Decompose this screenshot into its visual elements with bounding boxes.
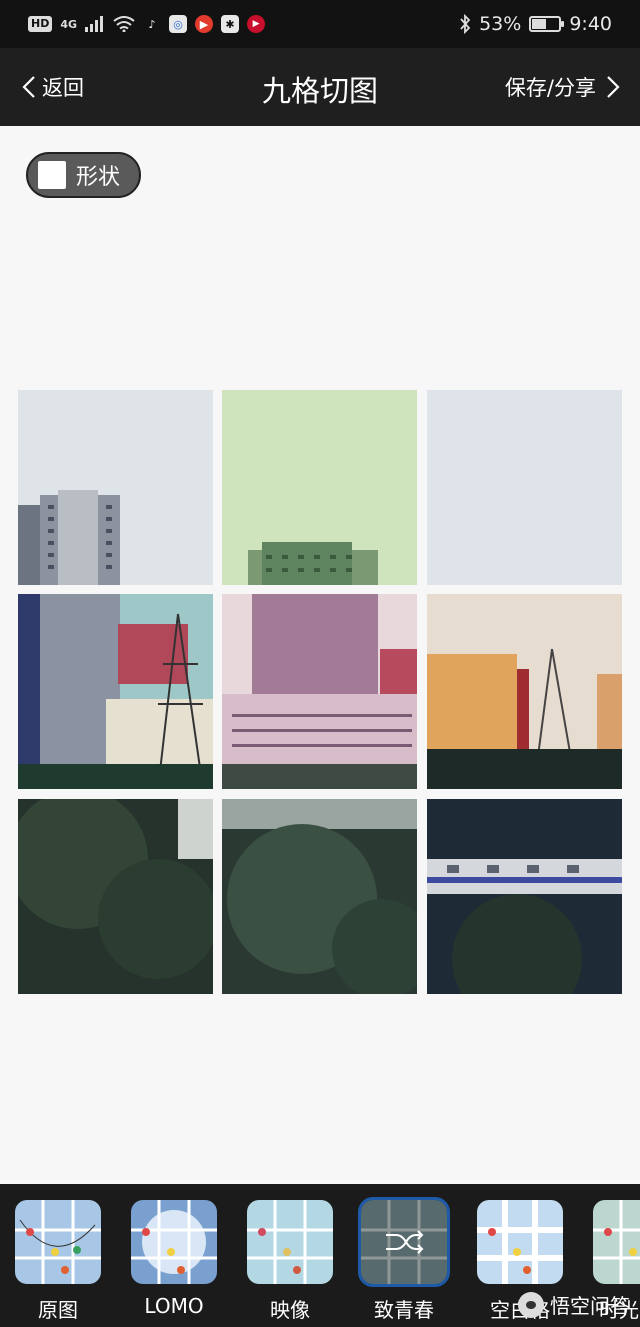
bluetooth-icon [460, 14, 471, 34]
filter-thumbnail [477, 1200, 563, 1284]
tiktok-icon: ♪ [148, 17, 156, 31]
filter-thumbnail [358, 1197, 450, 1287]
photo-sky-building [18, 390, 213, 585]
filter-zhiqingchun[interactable]: 致青春 [358, 1197, 450, 1323]
grid-tile-5[interactable] [222, 594, 417, 789]
filter-label: 致青春 [374, 1298, 434, 1322]
nine-grid-preview [18, 390, 622, 994]
photo-plain-sky [427, 390, 622, 585]
filter-thumbnail [15, 1200, 101, 1284]
top-app-bar: 返回 九格切图 保存/分享 [0, 48, 640, 126]
photo-green-sky [222, 390, 417, 585]
wifi-icon [113, 16, 135, 32]
youtube-icon: ▶ [247, 15, 266, 33]
grid-tile-1[interactable] [18, 390, 213, 585]
shape-button[interactable]: 形状 [26, 152, 141, 198]
watermark: 悟空问答 [518, 1290, 630, 1319]
network-type: 4G [60, 17, 78, 31]
app-icon-1: ◎ [169, 15, 188, 33]
shuffle-icon [386, 1230, 424, 1254]
filter-label: 映像 [270, 1298, 310, 1322]
filter-original[interactable]: 原图 [15, 1200, 101, 1323]
watermark-logo-icon [518, 1291, 544, 1318]
filter-thumbnail [247, 1200, 333, 1284]
chat-app-icon: ✱ [221, 15, 240, 33]
status-left: HD 4G ♪ ◎ ▶ ✱ ▶ [28, 12, 266, 36]
clock: 9:40 [569, 13, 612, 35]
grid-tile-7[interactable] [18, 799, 213, 994]
grid-tile-8[interactable] [222, 799, 417, 994]
photo-pink-building [222, 594, 417, 789]
filter-label: LOMO [144, 1294, 204, 1318]
grid-tile-6[interactable] [427, 594, 622, 789]
signal-icon [85, 16, 104, 32]
save-share-button[interactable]: 保存/分享 [505, 72, 620, 102]
photo-towers-pylon [18, 594, 213, 789]
grid-tile-9[interactable] [427, 799, 622, 994]
photo-dark-tree [18, 799, 213, 994]
status-bar: HD 4G ♪ ◎ ▶ ✱ ▶ 53% 9:40 [0, 0, 640, 48]
filter-thumbnail [131, 1200, 217, 1284]
battery-icon [529, 16, 565, 32]
photo-orange-building [427, 594, 622, 789]
grid-tile-2[interactable] [222, 390, 417, 585]
hd-badge: HD [28, 16, 53, 32]
save-share-label: 保存/分享 [504, 76, 596, 100]
square-icon [38, 161, 66, 189]
photo-tree-train [222, 799, 417, 994]
watermark-text: 悟空问答 [550, 1294, 630, 1318]
shape-label: 形状 [76, 165, 121, 190]
photo-train-tree [427, 799, 622, 994]
video-app-icon: ▶ [195, 15, 214, 33]
status-right: 53% 9:40 [459, 10, 612, 38]
grid-tile-3[interactable] [427, 390, 622, 585]
filter-thumbnail [593, 1200, 640, 1284]
filter-label: 原图 [38, 1298, 78, 1322]
chevron-right-icon [607, 76, 620, 98]
filter-yingxiang[interactable]: 映像 [247, 1200, 333, 1323]
battery-percent: 53% [479, 13, 522, 35]
grid-tile-4[interactable] [18, 594, 213, 789]
filter-lomo[interactable]: LOMO [131, 1200, 217, 1318]
